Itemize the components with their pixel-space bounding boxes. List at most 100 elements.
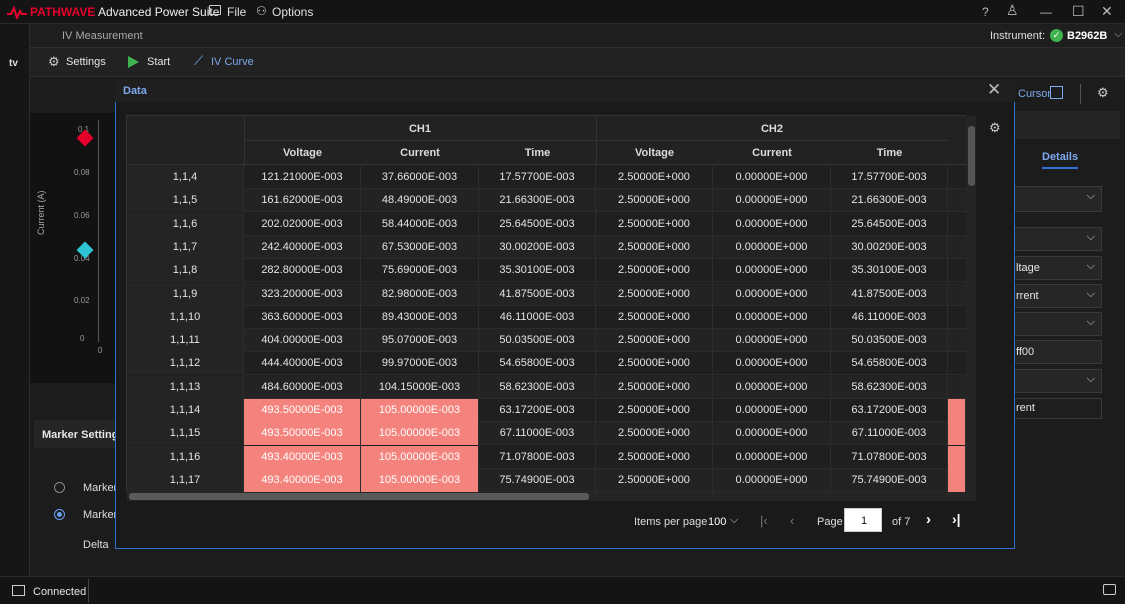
dropdown-1[interactable]: ⌵ bbox=[1012, 186, 1102, 212]
tab-details[interactable]: Details bbox=[1042, 151, 1079, 169]
ch2-current-header[interactable]: Current bbox=[713, 147, 831, 159]
ok-check-icon: ✓ bbox=[1050, 29, 1063, 42]
marker-label-2: Marker bbox=[83, 509, 118, 521]
table-cell: 2.50000E+000 bbox=[596, 375, 713, 399]
chevron-down-icon: ⌵ bbox=[1086, 373, 1095, 385]
first-page-icon[interactable]: |‹ bbox=[760, 513, 768, 528]
dropdown-current[interactable]: rrent ⌵ bbox=[1012, 284, 1102, 308]
table-cell: 363.60000E-003 bbox=[244, 305, 361, 329]
help-button[interactable]: ? bbox=[982, 5, 989, 19]
horizontal-scrollbar-thumb[interactable] bbox=[129, 493, 589, 500]
chevron-down-icon: ⌵ bbox=[1086, 316, 1095, 328]
items-per-page-select[interactable]: 100 bbox=[708, 516, 726, 528]
table-cell: 0.00000E+000 bbox=[713, 468, 831, 492]
close-icon[interactable]: ✕ bbox=[987, 80, 1001, 100]
menu-options[interactable]: Options bbox=[272, 5, 313, 19]
table-cell: 30.00200E-003 bbox=[479, 235, 596, 259]
table-cell: 71.07800E-003 bbox=[479, 445, 596, 469]
dropdown-3[interactable]: ⌵ bbox=[1012, 312, 1102, 336]
marker-label-1: Marker bbox=[83, 482, 118, 494]
table-cell: 0.00000E+000 bbox=[713, 189, 831, 213]
table-cell: 0.00000E+000 bbox=[713, 235, 831, 259]
table-cell: 99.97000E-003 bbox=[361, 352, 479, 376]
table-cell: 54.65800E-003 bbox=[479, 352, 596, 376]
chevron-down-icon[interactable]: ⌵ bbox=[730, 514, 738, 527]
table-cell: 67.11000E-003 bbox=[479, 422, 596, 446]
cursor-icon[interactable] bbox=[1050, 86, 1063, 99]
panel-gear-icon[interactable]: ⚙ bbox=[1097, 85, 1109, 101]
iv-tab-icon[interactable]: tv bbox=[9, 58, 18, 69]
row-index-cell: 1,1,9 bbox=[127, 282, 244, 306]
table-cell: 2.50000E+000 bbox=[596, 259, 713, 283]
next-page-icon[interactable]: › bbox=[926, 511, 931, 528]
ch2-header: CH2 bbox=[760, 123, 783, 135]
table-cell: 493.50000E-003 bbox=[244, 422, 361, 446]
table-cell: 0.00000E+000 bbox=[713, 282, 831, 306]
instrument-label: Instrument: bbox=[990, 30, 1046, 42]
table-cell: 121.21000E-003 bbox=[244, 166, 361, 189]
panel-header-strip bbox=[1012, 111, 1120, 139]
table-cell: 50.03500E-003 bbox=[831, 329, 948, 353]
color-field-value: ff00 bbox=[1016, 346, 1035, 358]
table-cell: 30.00200E-003 bbox=[831, 235, 948, 259]
table-cell: 2.50000E+000 bbox=[596, 399, 713, 422]
text-field-current[interactable]: rent bbox=[1012, 398, 1102, 419]
row-index-cell: 1,1,10 bbox=[127, 305, 244, 329]
table-cell: 46.11000E-003 bbox=[831, 305, 948, 329]
prev-page-icon[interactable]: ‹ bbox=[790, 513, 794, 528]
table-cell: 404.00000E-003 bbox=[244, 329, 361, 353]
vertical-scrollbar-thumb[interactable] bbox=[968, 126, 975, 186]
minimize-button[interactable]: — bbox=[1040, 5, 1052, 19]
table-cell: 2.50000E+000 bbox=[596, 422, 713, 446]
table-cell: 25.64500E-003 bbox=[479, 212, 596, 236]
user-button[interactable]: ♙ bbox=[1006, 2, 1019, 19]
table-cell: 444.40000E-003 bbox=[244, 352, 361, 376]
table-cell: 0.00000E+000 bbox=[713, 399, 831, 422]
start-button[interactable]: Start bbox=[147, 56, 170, 68]
iv-curve-button[interactable]: IV Curve bbox=[211, 56, 254, 68]
cursor-button[interactable]: Cursor bbox=[1018, 88, 1051, 100]
table-cell: 71.07800E-003 bbox=[831, 445, 948, 469]
table-cell: 41.87500E-003 bbox=[831, 282, 948, 306]
table-cell: 67.53000E-003 bbox=[361, 235, 479, 259]
connection-icon bbox=[12, 585, 25, 596]
row-index-cell: 1,1,17 bbox=[127, 468, 244, 492]
settings-button[interactable]: Settings bbox=[66, 56, 106, 68]
ch1-time-header[interactable]: Time bbox=[479, 147, 596, 159]
table-cell: 0.00000E+000 bbox=[713, 166, 831, 189]
marker-radio-2[interactable] bbox=[54, 509, 65, 520]
ch2-voltage-header[interactable]: Voltage bbox=[596, 147, 713, 159]
close-window-button[interactable]: ✕ bbox=[1101, 3, 1113, 20]
marker-radio-1[interactable] bbox=[54, 482, 65, 493]
table-cell: 105.00000E-003 bbox=[361, 445, 479, 469]
dropdown-voltage[interactable]: ltage ⌵ bbox=[1012, 256, 1102, 280]
ch1-current-header[interactable]: Current bbox=[361, 147, 479, 159]
menu-file[interactable]: File bbox=[227, 5, 246, 19]
instrument-name[interactable]: B2962B bbox=[1067, 30, 1107, 42]
y-tick: 0.06 bbox=[74, 211, 90, 220]
color-field[interactable]: ff00 bbox=[1012, 340, 1102, 364]
dropdown-2[interactable]: ⌵ bbox=[1012, 227, 1102, 251]
left-strip: tv bbox=[0, 24, 30, 576]
page-title: IV Measurement bbox=[62, 30, 143, 42]
radio-dot bbox=[57, 512, 62, 517]
last-page-icon[interactable]: ›| bbox=[952, 511, 961, 527]
chat-icon[interactable] bbox=[1103, 584, 1116, 595]
table-settings-gear-icon[interactable]: ⚙ bbox=[989, 120, 1001, 136]
text-field-current-value: rent bbox=[1016, 402, 1035, 414]
table-cell: 75.74900E-003 bbox=[831, 468, 948, 492]
chevron-down-icon[interactable]: ⌵ bbox=[1114, 28, 1122, 41]
table-cell: 2.50000E+000 bbox=[596, 166, 713, 189]
ch1-voltage-header[interactable]: Voltage bbox=[244, 147, 361, 159]
table-cell: 2.50000E+000 bbox=[596, 329, 713, 353]
row-index-cell: 1,1,15 bbox=[127, 422, 244, 446]
y-tick: 0 bbox=[80, 334, 85, 343]
table-cell: 0.00000E+000 bbox=[713, 259, 831, 283]
table-cell: 0.00000E+000 bbox=[713, 212, 831, 236]
table-cell: 2.50000E+000 bbox=[596, 189, 713, 213]
dropdown-4[interactable]: ⌵ bbox=[1012, 369, 1102, 393]
maximize-button[interactable]: ☐ bbox=[1072, 3, 1085, 20]
y-tick: 0.08 bbox=[74, 168, 90, 177]
ch2-time-header[interactable]: Time bbox=[831, 147, 948, 159]
table-cell: 202.02000E-003 bbox=[244, 212, 361, 236]
